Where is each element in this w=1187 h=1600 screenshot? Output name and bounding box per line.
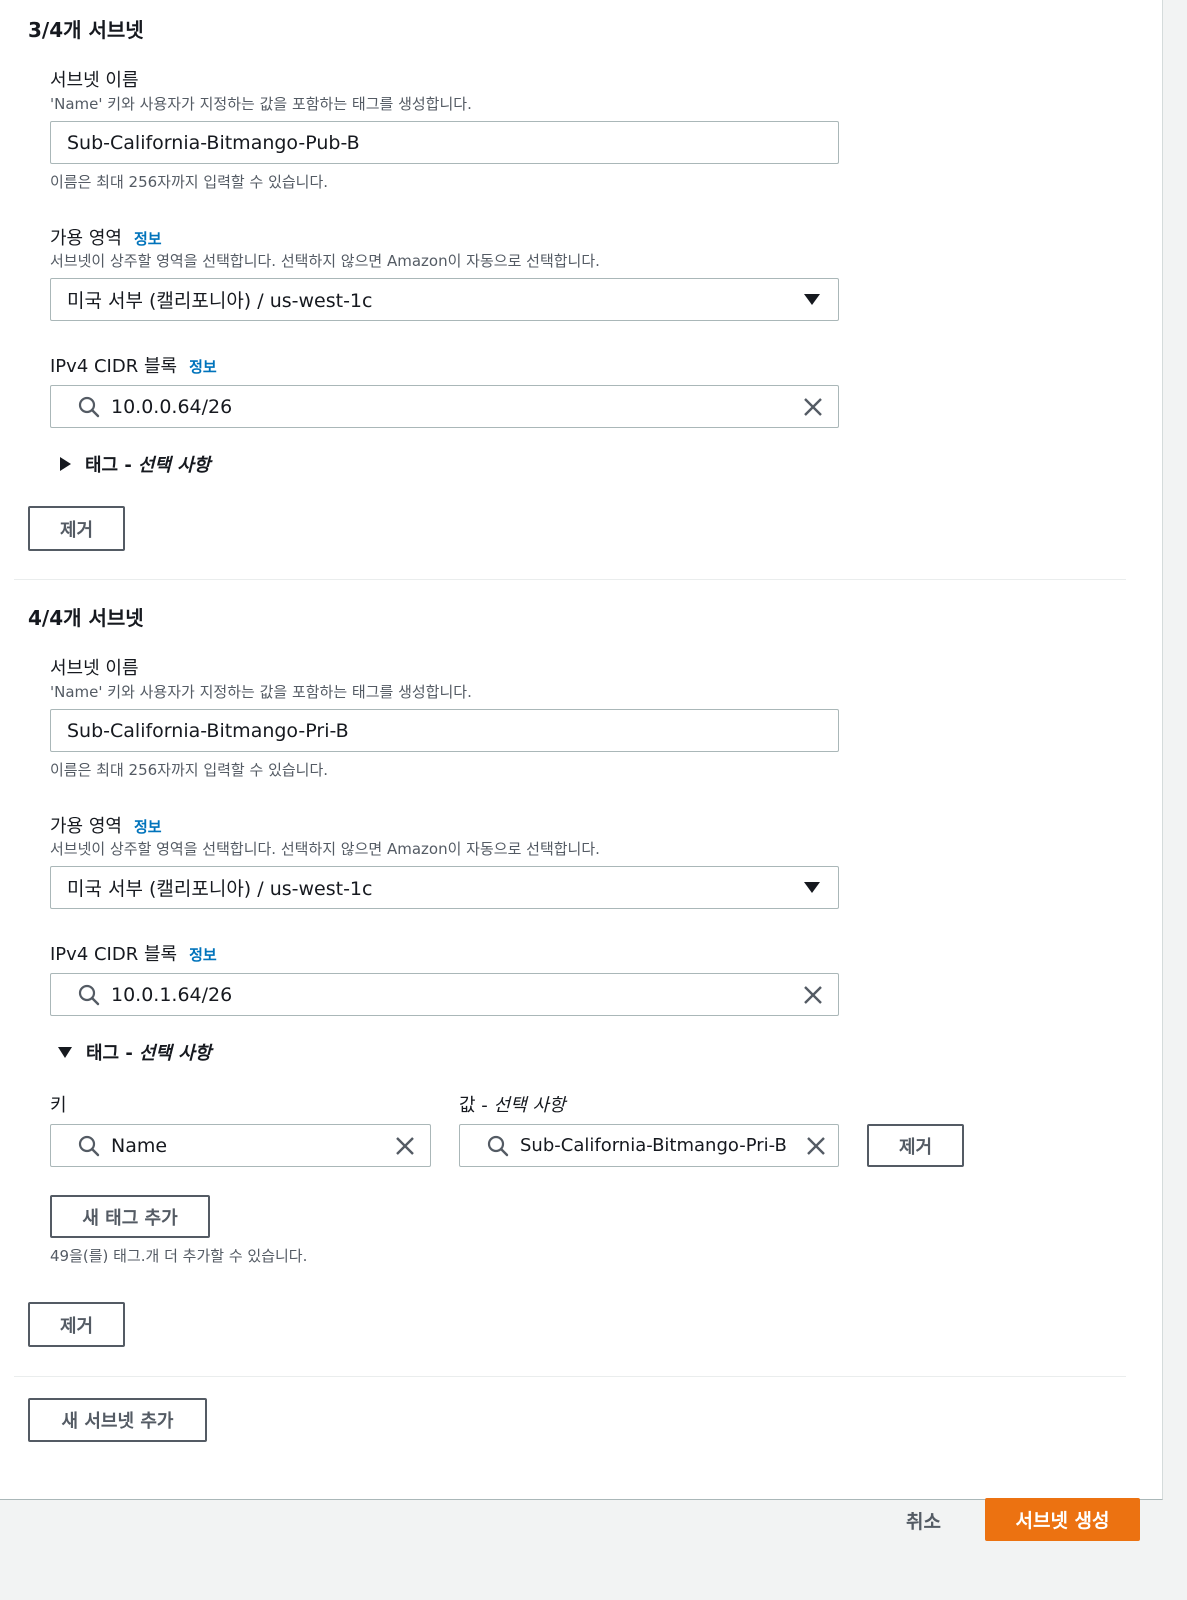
subnet-3-name-hint: 이름은 최대 256자까지 입력할 수 있습니다.: [50, 173, 329, 191]
subnet-4-az-label: 가용 영역: [50, 816, 122, 837]
section-divider: [14, 579, 1126, 580]
subnet-4-cidr-input[interactable]: 10.0.1.64/26: [50, 973, 839, 1016]
subnet-4-name-hint: 이름은 최대 256자까지 입력할 수 있습니다.: [50, 761, 329, 779]
subnet-3-remove-button[interactable]: 제거: [28, 506, 125, 551]
subnet-3-cidr-label: IPv4 CIDR 블록: [50, 356, 178, 377]
subnet-4-az-description: 서브넷이 상주할 영역을 선택합니다. 선택하지 않으면 Amazon이 자동으…: [50, 840, 600, 858]
tag-value-value: Sub-California-Bitmango-Pri-B: [520, 1135, 787, 1156]
subnet-3-az-description: 서브넷이 상주할 영역을 선택합니다. 선택하지 않으면 Amazon이 자동으…: [50, 252, 600, 270]
subnet-4-name-value: Sub-California-Bitmango-Pri-B: [67, 719, 349, 742]
subnet-settings-panel: 3/4개 서브넷 서브넷 이름 'Name' 키와 사용자가 지정하는 값을 포…: [0, 0, 1163, 1500]
subnet-4-name-input[interactable]: Sub-California-Bitmango-Pri-B: [50, 709, 839, 752]
subnet-3-cidr-info-link[interactable]: 정보: [189, 356, 217, 377]
search-icon: [51, 974, 101, 1015]
subnet-3-cidr-value: 10.0.0.64/26: [111, 395, 233, 418]
subnet-3-az-label-row: 가용 영역 정보: [50, 224, 162, 250]
tag-value-optional: 선택 사항: [493, 1095, 566, 1116]
subnet-3-tags-label: 태그 -: [85, 455, 132, 476]
subnet-4-name-label: 서브넷 이름: [50, 658, 139, 679]
tag-value-input[interactable]: Sub-California-Bitmango-Pri-B: [459, 1124, 839, 1167]
subnet-3-az-info-link[interactable]: 정보: [134, 228, 162, 249]
caret-right-icon: [60, 457, 71, 471]
subnet-3-title: 3/4개 서브넷: [28, 18, 144, 42]
subnet-3-az-select[interactable]: 미국 서부 (캘리포니아) / us-west-1c: [50, 278, 839, 321]
subnet-4-az-select[interactable]: 미국 서부 (캘리포니아) / us-west-1c: [50, 866, 839, 909]
subnet-3-cidr-input[interactable]: 10.0.0.64/26: [50, 385, 839, 428]
section-divider: [14, 1376, 1126, 1377]
clear-icon[interactable]: [380, 1125, 430, 1166]
subnet-3-cidr-label-row: IPv4 CIDR 블록 정보: [50, 352, 217, 378]
subnet-3-az-label: 가용 영역: [50, 228, 122, 249]
subnet-4-az-info-link[interactable]: 정보: [134, 816, 162, 837]
subnet-3-tags-optional: 선택 사항: [137, 455, 211, 476]
tag-key-value: Name: [111, 1134, 168, 1157]
subnet-4-az-label-row: 가용 영역 정보: [50, 812, 162, 838]
add-tag-button[interactable]: 새 태그 추가: [50, 1195, 210, 1238]
subnet-4-cidr-info-link[interactable]: 정보: [189, 944, 217, 965]
subnet-3-tags-expander[interactable]: 태그 - 선택 사항: [60, 451, 210, 477]
clear-icon[interactable]: [788, 386, 838, 427]
subnet-4-az-value: 미국 서부 (캘리포니아) / us-west-1c: [67, 878, 373, 900]
subnet-4-name-description: 'Name' 키와 사용자가 지정하는 값을 포함하는 태그를 생성합니다.: [50, 683, 472, 701]
tag-remove-button[interactable]: 제거: [867, 1124, 964, 1167]
clear-icon[interactable]: [788, 974, 838, 1015]
clear-icon[interactable]: [794, 1125, 838, 1166]
tag-key-label: 키: [50, 1095, 67, 1116]
subnet-3-name-value: Sub-California-Bitmango-Pub-B: [67, 131, 360, 154]
subnet-4-cidr-value: 10.0.1.64/26: [111, 983, 233, 1006]
search-icon: [51, 1125, 101, 1166]
tag-value-label: 값 -: [459, 1095, 488, 1116]
subnet-3-name-input[interactable]: Sub-California-Bitmango-Pub-B: [50, 121, 839, 164]
subnet-4-tags-label: 태그 -: [86, 1043, 133, 1064]
tag-limit-hint: 49을(를) 태그.개 더 추가할 수 있습니다.: [50, 1247, 308, 1265]
search-icon: [51, 386, 101, 427]
subnet-3-name-label: 서브넷 이름: [50, 70, 139, 91]
tag-key-input[interactable]: Name: [50, 1124, 431, 1167]
caret-down-icon: [58, 1046, 72, 1058]
tag-value-label-row: 값 - 선택 사항: [459, 1091, 565, 1117]
subnet-4-tags-optional: 선택 사항: [138, 1043, 212, 1064]
caret-down-icon: [804, 882, 820, 893]
subnet-3-name-description: 'Name' 키와 사용자가 지정하는 값을 포함하는 태그를 생성합니다.: [50, 95, 472, 113]
search-icon: [460, 1125, 510, 1166]
subnet-4-remove-button[interactable]: 제거: [28, 1302, 125, 1347]
subnet-4-cidr-label-row: IPv4 CIDR 블록 정보: [50, 940, 217, 966]
subnet-4-title: 4/4개 서브넷: [28, 606, 144, 630]
cancel-button[interactable]: 취소: [906, 1507, 941, 1534]
create-subnet-button[interactable]: 서브넷 생성: [985, 1498, 1140, 1541]
subnet-4-cidr-label: IPv4 CIDR 블록: [50, 944, 178, 965]
subnet-4-tags-expander[interactable]: 태그 - 선택 사항: [58, 1039, 211, 1065]
subnet-3-az-value: 미국 서부 (캘리포니아) / us-west-1c: [67, 290, 373, 312]
caret-down-icon: [804, 294, 820, 305]
add-subnet-button[interactable]: 새 서브넷 추가: [28, 1398, 207, 1442]
